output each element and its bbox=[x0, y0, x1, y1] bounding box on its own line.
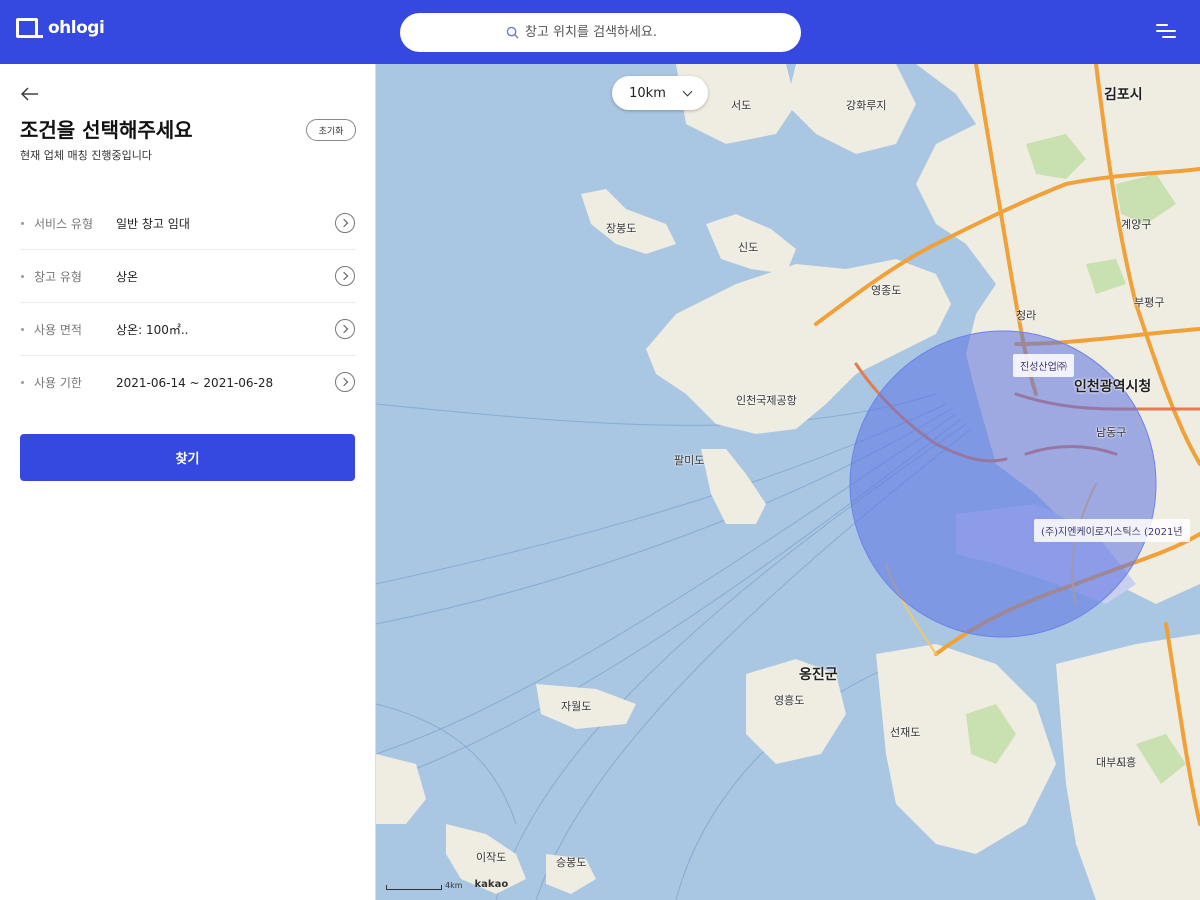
location-search-input[interactable] bbox=[525, 25, 695, 40]
radius-value: 10km bbox=[629, 85, 666, 101]
condition-value: 상온 bbox=[116, 269, 139, 284]
map-place-label: 강화루지 bbox=[846, 99, 887, 112]
map-place-label: 남동구 bbox=[1096, 426, 1127, 439]
back-arrow-icon[interactable] bbox=[20, 86, 40, 102]
logo-mark-icon bbox=[16, 18, 43, 38]
map-provider-logo: kakao bbox=[474, 879, 509, 890]
map-place-label: 서도 bbox=[731, 99, 752, 112]
location-search-box[interactable] bbox=[400, 13, 801, 52]
map-place-label: 장봉도 bbox=[606, 222, 637, 235]
bullet-icon bbox=[21, 221, 24, 225]
ohlogi-logo[interactable]: ohlogi bbox=[16, 18, 105, 38]
condition-label: 사용 면적 bbox=[34, 322, 82, 337]
map-place-label: 신도 bbox=[738, 241, 759, 254]
map-place-label: 시흥 bbox=[1116, 756, 1137, 769]
condition-label: 사용 기한 bbox=[34, 376, 82, 390]
map-view[interactable]: 10km 진성산업㈜ (주)지엔케이로지스틱스 (2021년 김포시 인천광역시… bbox=[376, 64, 1200, 900]
condition-sidebar: 조건을 선택해주세요 현재 업체 매칭 진행중입니다 초기화 서비스 유형 일반… bbox=[0, 64, 376, 900]
warehouse-marker-label[interactable]: 진성산업㈜ bbox=[1013, 354, 1074, 377]
condition-label: 서비스 유형 bbox=[34, 216, 94, 231]
map-place-label: 김포시 bbox=[1104, 87, 1143, 103]
page-title: 조건을 선택해주세요 bbox=[20, 118, 193, 142]
map-place-label: 영종도 bbox=[871, 284, 902, 297]
condition-value: 상온: 100㎡.. bbox=[116, 322, 189, 337]
radius-select[interactable]: 10km bbox=[612, 76, 708, 110]
logo-text: ohlogi bbox=[48, 18, 105, 38]
condition-row-period[interactable]: 사용 기한 2021-06-14 ~ 2021-06-28 bbox=[20, 356, 356, 409]
map-place-label: 청라 bbox=[1016, 309, 1037, 322]
chevron-right-icon[interactable] bbox=[335, 213, 355, 233]
chevron-down-icon bbox=[682, 86, 693, 96]
map-place-label: 팔미도 bbox=[674, 454, 705, 467]
map-tiles[interactable] bbox=[376, 64, 1200, 900]
map-place-label: 승봉도 bbox=[556, 856, 587, 869]
chevron-right-icon[interactable] bbox=[335, 319, 355, 339]
condition-row-area[interactable]: 사용 면적 상온: 100㎡.. bbox=[20, 303, 356, 356]
condition-label: 창고 유형 bbox=[34, 269, 82, 284]
map-place-label: 영흥도 bbox=[774, 694, 805, 707]
condition-row-warehouse-type[interactable]: 창고 유형 상온 bbox=[20, 250, 356, 303]
map-scale-bar: 4km kakao bbox=[386, 879, 508, 890]
map-place-label: 선재도 bbox=[890, 726, 921, 739]
condition-value: 2021-06-14 ~ 2021-06-28 bbox=[116, 375, 274, 390]
bullet-icon bbox=[21, 274, 24, 278]
condition-row-service-type[interactable]: 서비스 유형 일반 창고 임대 bbox=[20, 197, 356, 250]
scale-line bbox=[386, 885, 442, 890]
map-place-label: 인천국제공항 bbox=[736, 394, 797, 407]
map-place-label: 옹진군 bbox=[799, 667, 838, 683]
condition-list: 서비스 유형 일반 창고 임대 창고 유형 상온 사용 면적 상온: 100㎡.… bbox=[20, 197, 356, 409]
search-icon bbox=[506, 26, 519, 39]
map-place-label: 자월도 bbox=[561, 700, 592, 713]
page-subtitle: 현재 업체 매칭 진행중입니다 bbox=[20, 149, 152, 162]
warehouse-marker-label[interactable]: (주)지엔케이로지스틱스 (2021년 bbox=[1034, 519, 1190, 542]
map-place-label: 이작도 bbox=[476, 851, 507, 864]
search-button[interactable]: 찾기 bbox=[20, 434, 355, 481]
condition-value: 일반 창고 임대 bbox=[116, 216, 190, 231]
bullet-icon bbox=[21, 381, 24, 384]
scale-text: 4km bbox=[445, 881, 463, 890]
map-place-label: 부평구 bbox=[1134, 296, 1165, 309]
map-place-label: 인천광역시청 bbox=[1074, 379, 1152, 395]
chevron-right-icon[interactable] bbox=[335, 372, 355, 392]
reset-button[interactable]: 초기화 bbox=[306, 119, 356, 141]
top-header: ohlogi bbox=[0, 0, 1200, 64]
hamburger-menu-icon[interactable] bbox=[1156, 22, 1176, 40]
chevron-right-icon[interactable] bbox=[335, 266, 355, 286]
map-place-label: 계양구 bbox=[1121, 218, 1152, 231]
bullet-icon bbox=[21, 327, 24, 331]
